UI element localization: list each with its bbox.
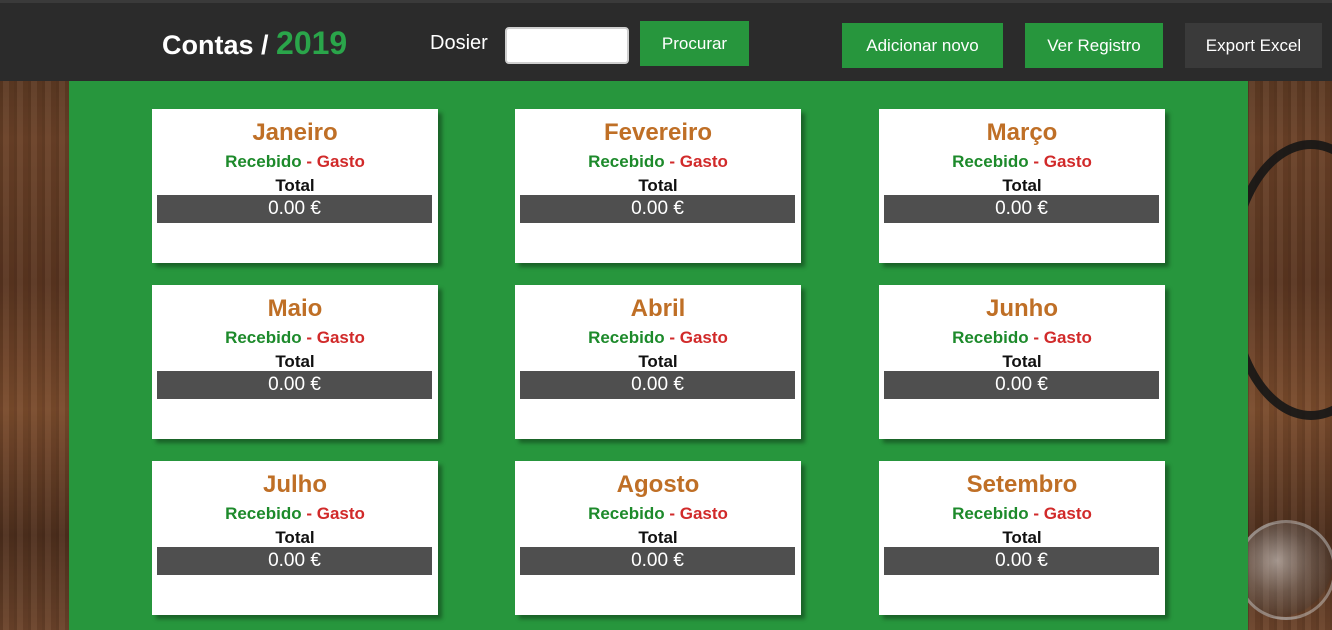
separator: - — [301, 504, 317, 523]
total-label: Total — [275, 528, 315, 547]
month-card-july[interactable]: Julho Recebido - Gasto Total 0.00 € — [152, 461, 438, 615]
total-label: Total — [1002, 352, 1042, 371]
total-label: Total — [275, 352, 315, 371]
received-spent-labels: Recebido - Gasto — [152, 328, 438, 348]
received-label: Recebido — [588, 328, 665, 347]
month-title: Abril — [630, 295, 686, 322]
month-card-april[interactable]: Abril Recebido - Gasto Total 0.00 € — [515, 285, 801, 439]
page-title-text: Contas / — [162, 30, 269, 60]
total-label: Total — [275, 176, 315, 195]
month-title: Março — [986, 119, 1058, 146]
received-label: Recebido — [588, 152, 665, 171]
received-label: Recebido — [588, 504, 665, 523]
month-card-march[interactable]: Março Recebido - Gasto Total 0.00 € — [879, 109, 1165, 263]
separator: - — [1028, 504, 1044, 523]
month-title: Fevereiro — [603, 119, 713, 146]
separator: - — [664, 152, 680, 171]
month-title: Maio — [267, 295, 323, 322]
total-amount: 0.00 € — [520, 547, 795, 575]
spent-label: Gasto — [316, 152, 365, 171]
export-excel-button[interactable]: Export Excel — [1185, 23, 1322, 68]
total-label: Total — [1002, 176, 1042, 195]
month-card-august[interactable]: Agosto Recebido - Gasto Total 0.00 € — [515, 461, 801, 615]
total-amount: 0.00 € — [520, 195, 795, 223]
received-label: Recebido — [952, 504, 1029, 523]
month-title: Agosto — [616, 471, 700, 498]
months-panel: Janeiro Recebido - Gasto Total 0.00 € Fe… — [69, 81, 1248, 630]
add-new-button[interactable]: Adicionar novo — [842, 23, 1003, 68]
month-card-may[interactable]: Maio Recebido - Gasto Total 0.00 € — [152, 285, 438, 439]
received-spent-labels: Recebido - Gasto — [515, 328, 801, 348]
spent-label: Gasto — [316, 328, 365, 347]
received-label: Recebido — [225, 152, 302, 171]
total-amount: 0.00 € — [157, 547, 432, 575]
total-amount: 0.00 € — [884, 195, 1159, 223]
separator: - — [301, 328, 317, 347]
view-registry-button[interactable]: Ver Registro — [1025, 23, 1163, 68]
separator: - — [664, 504, 680, 523]
spent-label: Gasto — [1043, 152, 1092, 171]
total-amount: 0.00 € — [884, 371, 1159, 399]
total-amount: 0.00 € — [157, 195, 432, 223]
spent-label: Gasto — [316, 504, 365, 523]
received-spent-labels: Recebido - Gasto — [152, 152, 438, 172]
separator: - — [1028, 328, 1044, 347]
page-title: Contas / 2019 — [162, 25, 347, 62]
spent-label: Gasto — [679, 152, 728, 171]
received-label: Recebido — [952, 328, 1029, 347]
received-spent-labels: Recebido - Gasto — [515, 152, 801, 172]
received-spent-labels: Recebido - Gasto — [879, 504, 1165, 524]
month-title: Julho — [263, 471, 327, 498]
month-card-september[interactable]: Setembro Recebido - Gasto Total 0.00 € — [879, 461, 1165, 615]
month-card-february[interactable]: Fevereiro Recebido - Gasto Total 0.00 € — [515, 109, 801, 263]
top-navbar: Contas / 2019 Dosier Procurar Adicionar … — [0, 0, 1332, 81]
month-title: Junho — [986, 295, 1058, 322]
month-card-january[interactable]: Janeiro Recebido - Gasto Total 0.00 € — [152, 109, 438, 263]
month-title: Janeiro — [252, 119, 338, 146]
month-title: Setembro — [966, 471, 1078, 498]
dosier-input[interactable] — [505, 27, 629, 64]
spent-label: Gasto — [1043, 328, 1092, 347]
background-decoration-glass — [1236, 520, 1332, 620]
received-label: Recebido — [225, 328, 302, 347]
received-label: Recebido — [225, 504, 302, 523]
received-spent-labels: Recebido - Gasto — [879, 328, 1165, 348]
separator: - — [664, 328, 680, 347]
received-label: Recebido — [952, 152, 1029, 171]
total-label: Total — [638, 176, 678, 195]
spent-label: Gasto — [1043, 504, 1092, 523]
month-card-june[interactable]: Junho Recebido - Gasto Total 0.00 € — [879, 285, 1165, 439]
total-amount: 0.00 € — [520, 371, 795, 399]
total-label: Total — [638, 352, 678, 371]
spent-label: Gasto — [679, 328, 728, 347]
search-button[interactable]: Procurar — [640, 21, 749, 66]
received-spent-labels: Recebido - Gasto — [879, 152, 1165, 172]
total-label: Total — [1002, 528, 1042, 547]
separator: - — [1028, 152, 1044, 171]
total-amount: 0.00 € — [157, 371, 432, 399]
spent-label: Gasto — [679, 504, 728, 523]
received-spent-labels: Recebido - Gasto — [152, 504, 438, 524]
total-amount: 0.00 € — [884, 547, 1159, 575]
year-label: 2019 — [276, 25, 348, 61]
received-spent-labels: Recebido - Gasto — [515, 504, 801, 524]
total-label: Total — [638, 528, 678, 547]
separator: - — [301, 152, 317, 171]
dosier-label: Dosier — [430, 32, 488, 54]
